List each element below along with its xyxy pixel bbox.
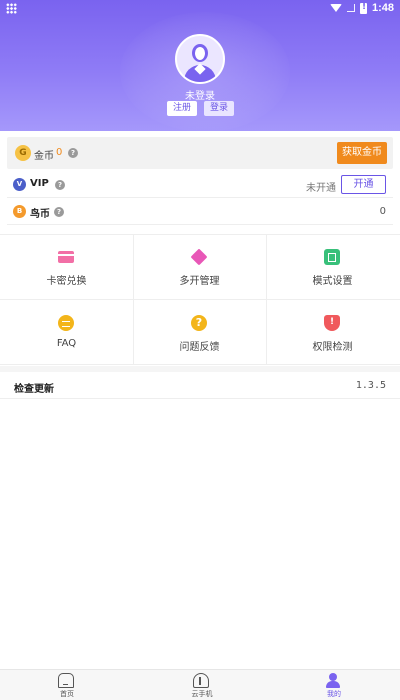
bird-coin-help-icon[interactable]: ?	[54, 207, 64, 217]
battery-icon	[359, 2, 367, 14]
vip-help-icon[interactable]: ?	[55, 180, 65, 190]
coin-value: 0	[56, 147, 63, 158]
layers-icon	[190, 248, 208, 266]
register-button[interactable]: 注册	[167, 101, 198, 116]
avatar[interactable]	[175, 34, 225, 84]
grid-item-feedback[interactable]: ? 问题反馈	[133, 301, 266, 366]
grid-item-multi-manage[interactable]: 多开管理	[133, 235, 266, 300]
grid-item-permission-check[interactable]: ! 权限检测	[266, 301, 399, 366]
username: 未登录	[185, 91, 215, 102]
coin-icon: G	[15, 145, 31, 161]
nav-item-cloud-phone[interactable]: 云手机	[162, 670, 242, 700]
coin-help-icon[interactable]: ?	[68, 148, 78, 158]
grid-item-label: 模式设置	[312, 276, 353, 287]
profile-header: 1:48 未登录 注册 登录	[0, 0, 400, 131]
avatar-head-icon	[192, 44, 208, 62]
card-icon	[58, 251, 74, 263]
profile-icon-head	[329, 673, 337, 681]
get-coin-button[interactable]: 获取金币	[337, 142, 387, 164]
login-button[interactable]: 登录	[204, 101, 235, 116]
home-icon	[58, 673, 74, 688]
grid-item-label: 多开管理	[179, 276, 220, 287]
profile-icon	[325, 673, 341, 688]
grid-divider	[0, 299, 400, 300]
nav-item-label: 首页	[60, 690, 74, 698]
nav-item-mine[interactable]: 我的	[294, 670, 374, 700]
shield-icon: !	[324, 315, 340, 331]
section-separator	[0, 366, 400, 372]
apps-grid-icon	[6, 3, 17, 14]
app-version: 1.3.5	[355, 380, 386, 391]
question-icon: ?	[191, 315, 207, 331]
bottom-nav: 首页 云手机 我的	[0, 669, 400, 700]
vip-row: V VIP ? 未开通 开通	[7, 172, 393, 198]
grid-item-label: FAQ	[56, 338, 77, 349]
faq-icon	[58, 315, 74, 331]
grid-item-label: 问题反馈	[179, 342, 220, 353]
nav-item-label: 云手机	[191, 690, 213, 698]
cloud-phone-icon	[193, 673, 209, 688]
coin-label: 金币	[34, 151, 54, 162]
bird-coin-value: 0	[379, 206, 386, 217]
signal-icon	[346, 4, 355, 12]
vip-label: VIP	[30, 178, 49, 189]
open-vip-button[interactable]: 开通	[341, 175, 386, 194]
status-bar: 1:48	[0, 0, 400, 16]
bird-coin-row: B 鸟币 ? 0	[7, 199, 393, 225]
mode-icon	[324, 249, 340, 265]
grid-item-card-redeem[interactable]: 卡密兑换	[0, 235, 133, 300]
check-update-label: 检查更新	[14, 384, 54, 395]
coin-row: G 金币 0 ? 获取金币	[7, 137, 393, 169]
grid-item-label: 卡密兑换	[46, 276, 87, 287]
check-update-row[interactable]: 检查更新 1.3.5	[0, 373, 400, 399]
bird-coin-label: 鸟币	[30, 209, 50, 220]
nav-item-label: 我的	[327, 690, 341, 698]
grid-item-mode-settings[interactable]: 模式设置	[266, 235, 399, 300]
vip-status: 未开通	[306, 183, 336, 194]
grid-item-faq[interactable]: FAQ	[0, 301, 133, 366]
vip-icon: V	[13, 178, 26, 191]
status-time: 1:48	[371, 2, 394, 14]
profile-icon-body	[326, 681, 340, 688]
nav-item-home[interactable]: 首页	[27, 670, 107, 700]
wifi-icon	[329, 4, 342, 12]
bird-coin-icon: B	[13, 205, 26, 218]
grid-item-label: 权限检测	[312, 342, 353, 353]
